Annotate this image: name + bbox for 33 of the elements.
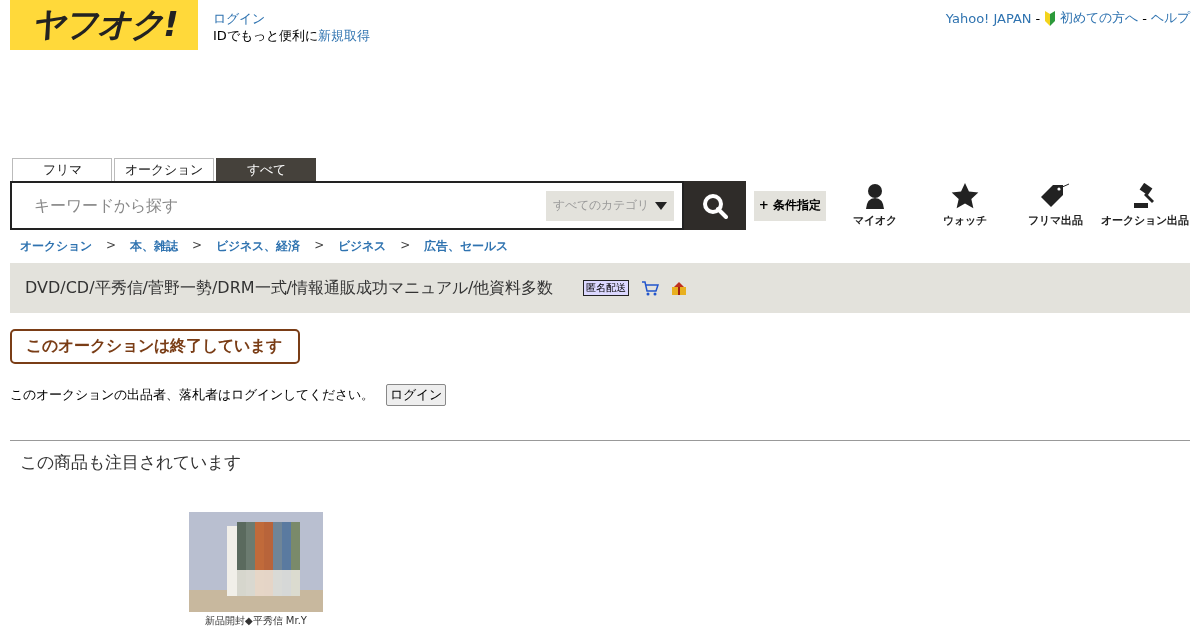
item-title: DVD/CD/平秀信/菅野一勢/DRM一式/情報通販成功マニュアル/他資料多数 — [25, 277, 554, 299]
separator: - — [1035, 10, 1041, 26]
nav-item[interactable]: フリマ出品 — [1010, 183, 1100, 228]
breadcrumb-separator: > — [106, 238, 117, 254]
breadcrumb-link[interactable]: 本、雑誌 — [130, 238, 179, 255]
search-tab[interactable]: オークション — [114, 158, 214, 181]
login-button[interactable]: ログイン — [386, 384, 446, 406]
section-heading: この商品も注目されています — [20, 451, 242, 474]
item-caption[interactable]: 新品開封◆平秀信 Mr.Y — [205, 614, 307, 628]
id-text: IDでもっと便利に — [213, 28, 318, 43]
login-notice: このオークションの出品者、落札者はログインしてください。 — [10, 386, 374, 404]
header-link[interactable]: 初めての方へ — [1060, 9, 1139, 27]
header-link[interactable]: ヘルプ — [1151, 9, 1190, 27]
nav-item[interactable]: マイオク — [830, 183, 920, 228]
nav-item[interactable]: オークション出品 — [1100, 183, 1190, 228]
header-link[interactable]: Yahoo! JAPAN — [945, 10, 1032, 26]
signup-link[interactable]: 新規取得 — [317, 28, 370, 43]
breadcrumb-separator: > — [400, 238, 411, 254]
breadcrumb-link[interactable]: ビジネス、経済 — [216, 238, 301, 255]
search-tab[interactable]: フリマ — [12, 158, 112, 181]
auction-ended-notice: このオークションは終了しています — [10, 329, 300, 364]
breadcrumb-link[interactable]: ビジネス — [338, 238, 387, 255]
logo[interactable]: ヤフオク! — [10, 0, 198, 50]
breadcrumb-link[interactable]: 広告、セールス — [424, 238, 509, 255]
anonymous-shipping-badge: 匿名配送 — [583, 280, 630, 296]
advanced-search-button[interactable]: + 条件指定 — [753, 190, 826, 221]
login-link[interactable]: ログイン — [213, 11, 265, 26]
search-tab[interactable]: すべて — [216, 158, 316, 181]
breadcrumb-separator: > — [314, 238, 325, 254]
nav-item[interactable]: ウォッチ — [920, 183, 1010, 228]
breadcrumb-separator: > — [192, 238, 203, 254]
breadcrumb-link[interactable]: オークション — [20, 238, 92, 255]
separator: - — [1142, 10, 1147, 26]
